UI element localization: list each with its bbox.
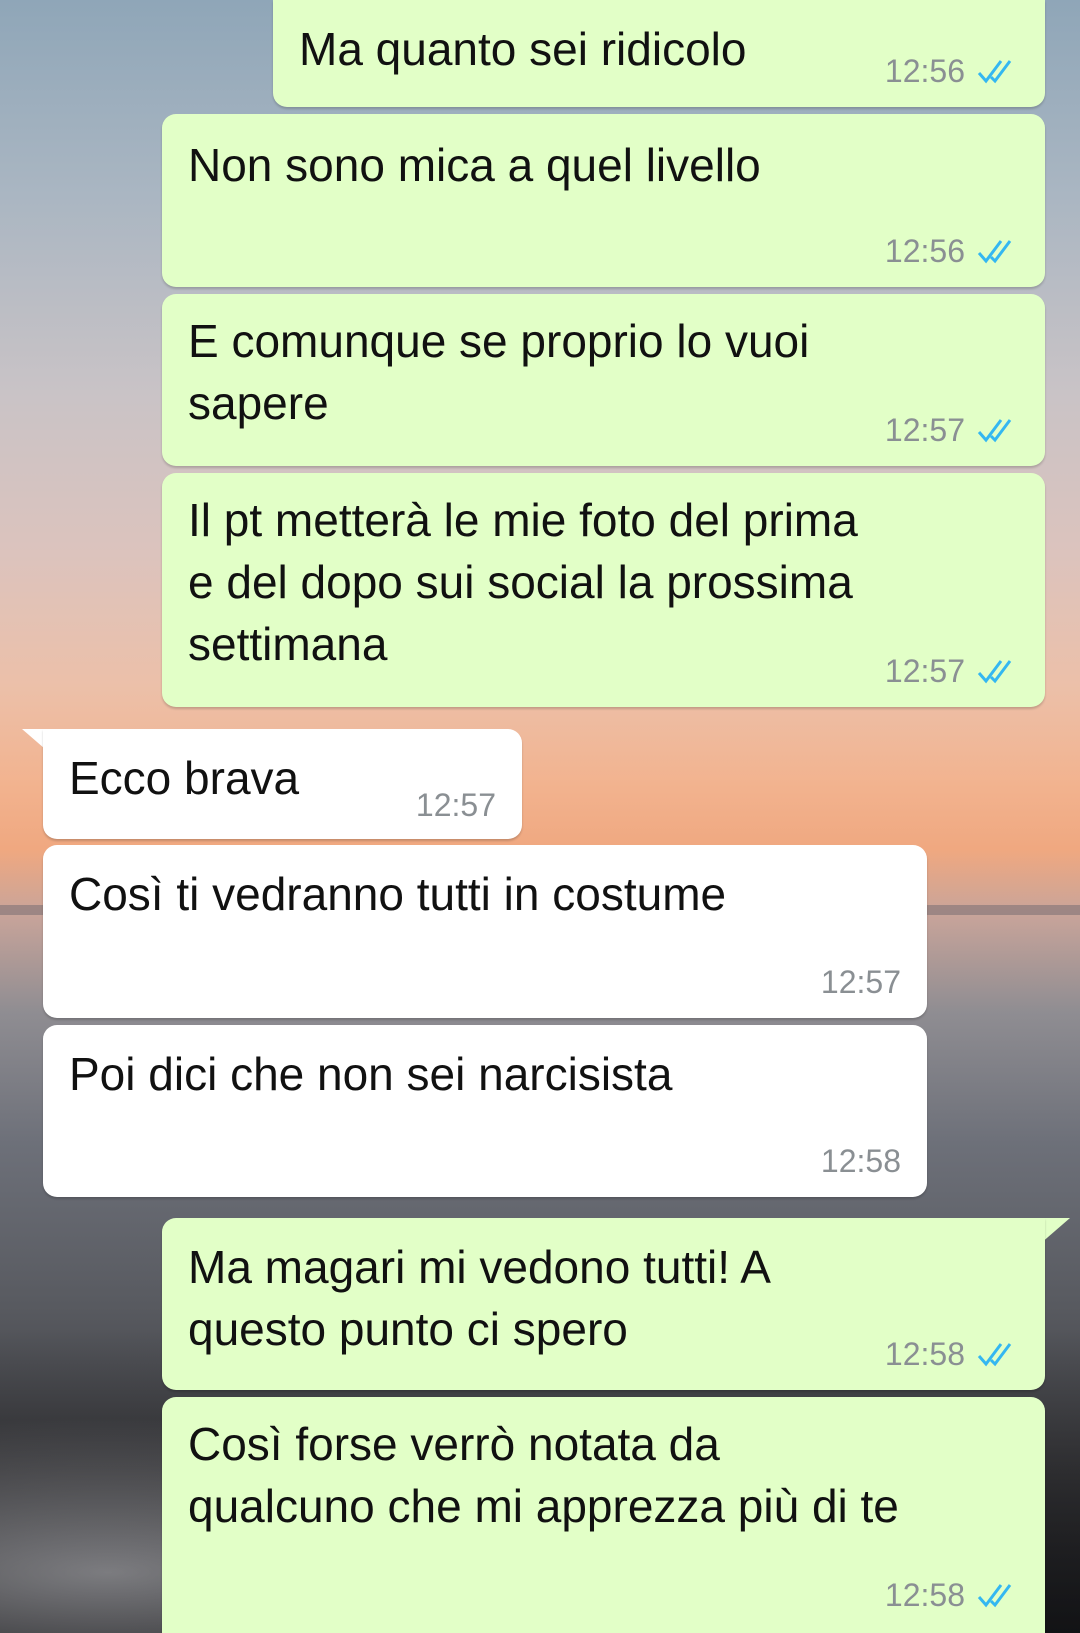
message-time: 12:56 <box>884 53 965 89</box>
message-text: Non sono mica a quel livello <box>188 139 761 191</box>
message-text: Ma quanto sei ridicolo <box>299 23 747 75</box>
double-check-read-icon <box>977 1343 1012 1367</box>
message-meta: 12:58 <box>821 1143 901 1179</box>
message-meta: 12:57 <box>885 412 1019 448</box>
message-time: 12:58 <box>884 1577 965 1613</box>
message-time: 12:57 <box>884 412 965 448</box>
message-meta: 12:57 <box>416 787 496 823</box>
message-time: 12:57 <box>415 787 496 823</box>
incoming-message-bubble[interactable]: Così ti vedranno tutti in costume 12:57 <box>43 845 927 1018</box>
double-check-read-icon <box>977 419 1012 443</box>
message-time: 12:58 <box>884 1336 965 1372</box>
message-text: E comunque se proprio lo vuoi sapere <box>188 315 810 429</box>
double-check-read-icon <box>977 60 1012 84</box>
message-time: 12:56 <box>884 233 965 269</box>
message-text: Ecco brava <box>69 752 300 804</box>
message-time: 12:57 <box>884 653 965 689</box>
outgoing-message-bubble[interactable]: Non sono mica a quel livello 12:56 <box>162 114 1045 287</box>
outgoing-message-bubble[interactable]: Così forse verrò notata da qualcuno che … <box>162 1397 1045 1633</box>
double-check-read-icon <box>977 240 1012 264</box>
message-text: Poi dici che non sei narcisista <box>69 1048 673 1100</box>
incoming-message-bubble[interactable]: Ecco brava 12:57 <box>43 729 522 839</box>
message-time: 12:58 <box>820 1143 901 1179</box>
outgoing-message-bubble[interactable]: Ma magari mi vedono tutti! A questo punt… <box>162 1218 1045 1390</box>
incoming-message-bubble[interactable]: Poi dici che non sei narcisista 12:58 <box>43 1025 927 1197</box>
double-check-read-icon <box>977 1584 1012 1608</box>
message-text: Ma magari mi vedono tutti! A questo punt… <box>188 1241 771 1355</box>
message-meta: 12:58 <box>885 1577 1019 1613</box>
message-text: Così forse verrò notata da qualcuno che … <box>188 1418 899 1532</box>
message-meta: 12:57 <box>885 653 1019 689</box>
double-check-read-icon <box>977 660 1012 684</box>
message-meta: 12:58 <box>885 1336 1019 1372</box>
outgoing-message-bubble[interactable]: Ma quanto sei ridicolo 12:56 <box>273 0 1045 107</box>
message-text: Così ti vedranno tutti in costume <box>69 868 727 920</box>
message-meta: 12:56 <box>885 233 1019 269</box>
message-meta: 12:57 <box>821 964 901 1000</box>
outgoing-message-bubble[interactable]: Il pt metterà le mie foto del prima e de… <box>162 473 1045 707</box>
message-time: 12:57 <box>820 964 901 1000</box>
message-text: Il pt metterà le mie foto del prima e de… <box>188 494 858 670</box>
message-meta: 12:56 <box>885 53 1019 89</box>
outgoing-message-bubble[interactable]: E comunque se proprio lo vuoi sapere 12:… <box>162 294 1045 466</box>
